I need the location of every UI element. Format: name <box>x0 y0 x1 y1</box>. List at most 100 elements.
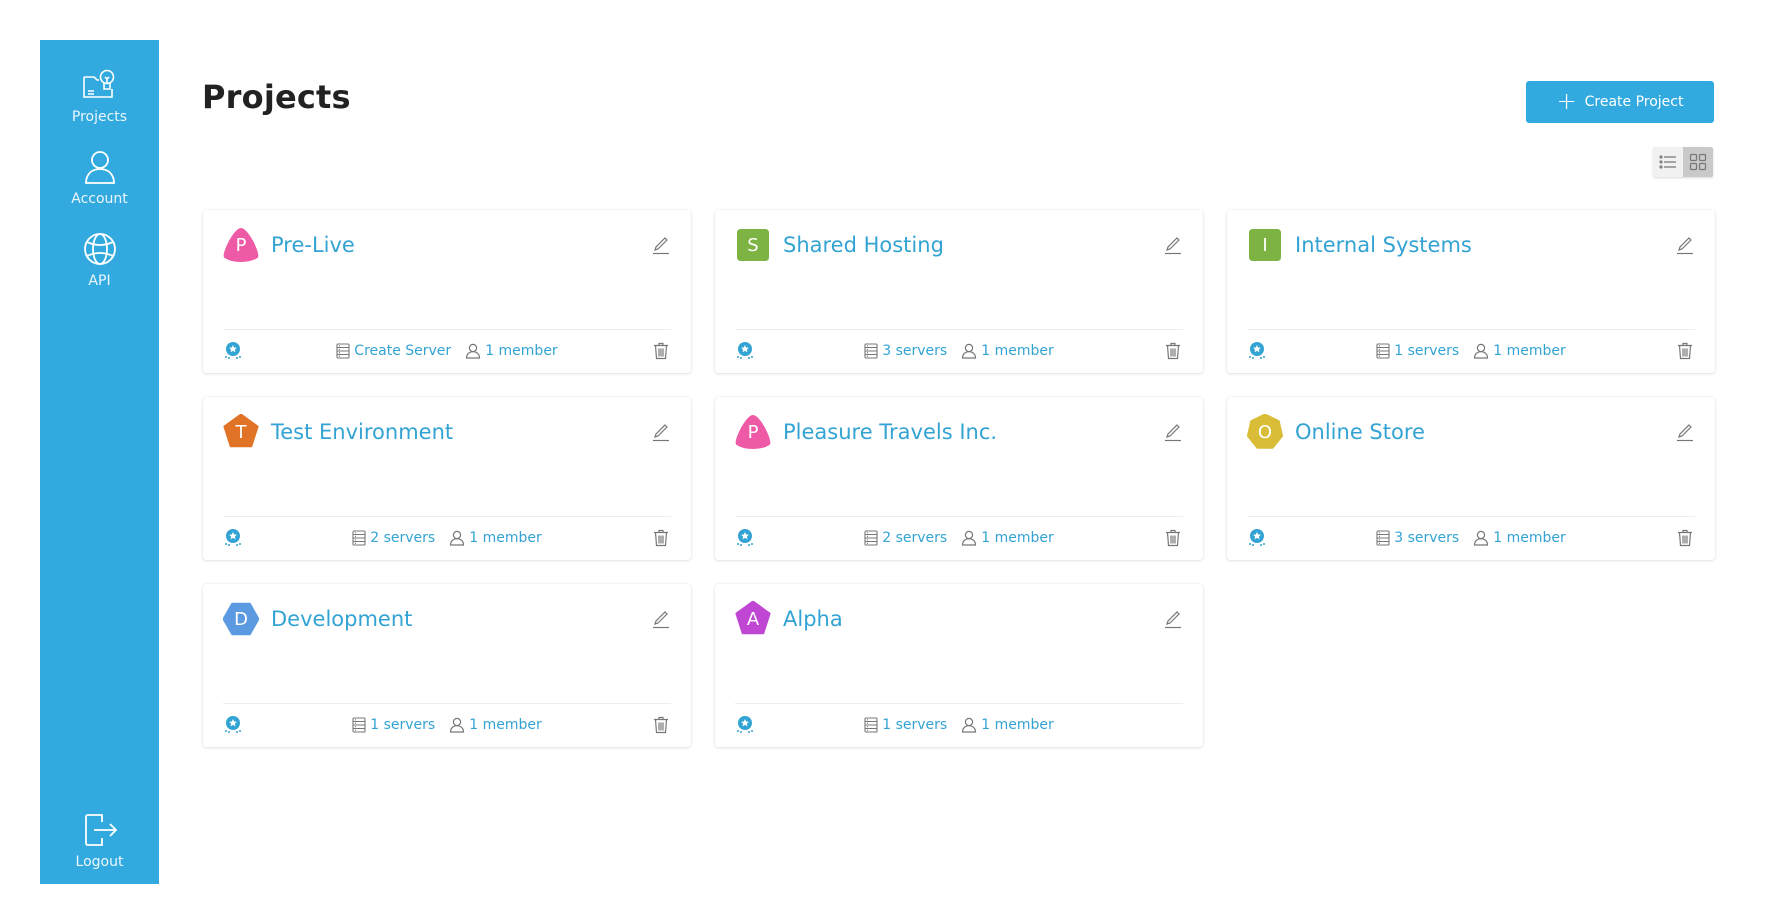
pencil-icon <box>1165 424 1181 442</box>
sidebar-item-projects[interactable]: Projects <box>40 65 159 125</box>
user-icon <box>84 151 115 184</box>
pencil-icon <box>1677 237 1693 255</box>
project-card[interactable]: P Pre-Live Create Server 1 member <box>203 210 691 373</box>
view-toggle <box>1653 147 1713 177</box>
member-icon <box>1474 343 1489 359</box>
project-avatar: A <box>735 601 771 637</box>
server-icon <box>336 343 350 359</box>
project-name-link[interactable]: Shared Hosting <box>783 233 944 257</box>
delete-project-button[interactable] <box>651 715 671 735</box>
edit-project-button[interactable] <box>1673 233 1697 257</box>
project-name-link[interactable]: Test Environment <box>271 420 453 444</box>
project-name-link[interactable]: Online Store <box>1295 420 1425 444</box>
delete-project-button[interactable] <box>651 528 671 548</box>
project-initial: P <box>747 421 759 443</box>
servers-count: 3 servers <box>882 343 948 359</box>
award-badge-icon[interactable] <box>735 528 755 548</box>
card-divider <box>735 703 1183 704</box>
server-icon <box>864 343 878 359</box>
members-link[interactable]: 1 member <box>449 717 542 733</box>
award-badge-icon[interactable] <box>223 528 243 548</box>
delete-project-button[interactable] <box>651 341 671 361</box>
members-link[interactable]: 1 member <box>961 530 1054 546</box>
project-grid: P Pre-Live Create Server 1 member S Shar… <box>203 210 1715 747</box>
delete-project-button[interactable] <box>1675 341 1695 361</box>
delete-project-button[interactable] <box>1163 341 1183 361</box>
card-divider <box>223 329 671 330</box>
project-name-link[interactable]: Alpha <box>783 607 843 631</box>
trash-icon <box>654 716 668 734</box>
project-card[interactable]: T Test Environment 2 servers 1 member <box>203 397 691 560</box>
server-icon <box>864 530 878 546</box>
create-project-label: Create Project <box>1584 94 1684 110</box>
edit-project-button[interactable] <box>1161 420 1185 444</box>
members-link[interactable]: 1 member <box>961 717 1054 733</box>
award-badge-icon[interactable] <box>735 715 755 735</box>
members-link[interactable]: 1 member <box>1473 343 1566 359</box>
project-card[interactable]: O Online Store 3 servers 1 member <box>1227 397 1715 560</box>
grid-view-button[interactable] <box>1683 147 1713 177</box>
servers-link[interactable]: 3 servers <box>1376 530 1459 546</box>
card-divider <box>1247 329 1695 330</box>
pencil-icon <box>1165 237 1181 255</box>
servers-link[interactable]: 2 servers <box>352 530 435 546</box>
member-icon <box>962 530 977 546</box>
pencil-icon <box>653 611 669 629</box>
project-card[interactable]: D Development 1 servers 1 member <box>203 584 691 747</box>
project-card[interactable]: S Shared Hosting 3 servers 1 member <box>715 210 1203 373</box>
delete-project-button[interactable] <box>1163 528 1183 548</box>
members-link[interactable]: 1 member <box>465 343 558 359</box>
project-initial: A <box>746 608 760 630</box>
edit-project-button[interactable] <box>649 607 673 631</box>
award-badge-icon[interactable] <box>735 341 755 361</box>
sidebar-item-label: Account <box>71 191 128 207</box>
project-avatar: P <box>223 227 259 263</box>
member-icon <box>962 343 977 359</box>
project-name-link[interactable]: Development <box>271 607 412 631</box>
card-divider <box>223 703 671 704</box>
members-link[interactable]: 1 member <box>449 530 542 546</box>
sidebar-item-account[interactable]: Account <box>40 147 159 207</box>
project-card[interactable]: A Alpha 1 servers 1 member <box>715 584 1203 747</box>
server-icon <box>1376 530 1390 546</box>
award-badge-icon[interactable] <box>223 715 243 735</box>
project-name-link[interactable]: Pleasure Travels Inc. <box>783 420 997 444</box>
servers-link[interactable]: 1 servers <box>864 717 947 733</box>
project-initial: S <box>747 234 759 256</box>
servers-link[interactable]: 1 servers <box>1376 343 1459 359</box>
servers-link[interactable]: Create Server <box>336 343 451 359</box>
project-initial: I <box>1262 234 1268 256</box>
project-name-link[interactable]: Pre-Live <box>271 233 355 257</box>
list-view-button[interactable] <box>1653 147 1683 177</box>
members-count: 1 member <box>981 717 1054 733</box>
member-icon <box>450 717 465 733</box>
edit-project-button[interactable] <box>649 233 673 257</box>
edit-project-button[interactable] <box>649 420 673 444</box>
edit-project-button[interactable] <box>1161 233 1185 257</box>
project-card[interactable]: I Internal Systems 1 servers 1 member <box>1227 210 1715 373</box>
servers-link[interactable]: 3 servers <box>864 343 947 359</box>
member-icon <box>962 717 977 733</box>
create-project-button[interactable]: + Create Project <box>1526 81 1714 123</box>
servers-link[interactable]: 2 servers <box>864 530 947 546</box>
logout-button[interactable]: Logout <box>40 810 159 870</box>
servers-count: 3 servers <box>1394 530 1460 546</box>
project-card[interactable]: P Pleasure Travels Inc. 2 servers 1 memb… <box>715 397 1203 560</box>
project-name-link[interactable]: Internal Systems <box>1295 233 1472 257</box>
members-link[interactable]: 1 member <box>961 343 1054 359</box>
members-link[interactable]: 1 member <box>1473 530 1566 546</box>
servers-link[interactable]: 1 servers <box>352 717 435 733</box>
trash-icon <box>1678 529 1692 547</box>
award-badge-icon[interactable] <box>1247 341 1267 361</box>
edit-project-button[interactable] <box>1673 420 1697 444</box>
servers-count: 2 servers <box>882 530 948 546</box>
servers-count: 2 servers <box>370 530 436 546</box>
project-avatar: D <box>223 601 259 637</box>
award-badge-icon[interactable] <box>1247 528 1267 548</box>
edit-project-button[interactable] <box>1161 607 1185 631</box>
servers-count: 1 servers <box>882 717 948 733</box>
award-badge-icon[interactable] <box>223 341 243 361</box>
project-avatar: I <box>1247 227 1283 263</box>
sidebar-item-api[interactable]: API <box>40 229 159 289</box>
delete-project-button[interactable] <box>1675 528 1695 548</box>
